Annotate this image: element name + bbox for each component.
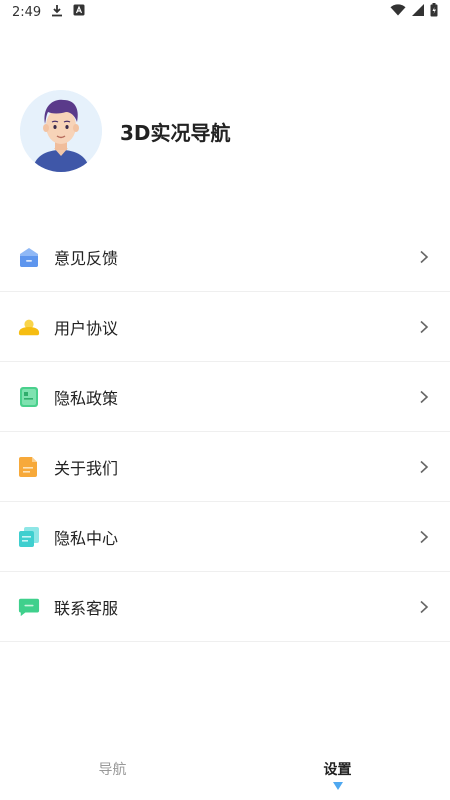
- status-time: 2:49: [12, 4, 42, 20]
- avatar: [20, 90, 102, 172]
- tab-label: 设置: [323, 762, 352, 778]
- profile-section: 3D实况导航: [20, 90, 231, 172]
- chevron-right-icon: [418, 530, 430, 544]
- menu-item-label: 隐私政策: [54, 388, 119, 408]
- chevron-right-icon: [418, 460, 430, 474]
- menu-item-label: 隐私中心: [54, 528, 119, 548]
- menu-item-label: 用户协议: [54, 318, 119, 338]
- customer-service-icon: [18, 596, 40, 618]
- menu-item-feedback[interactable]: 意见反馈: [0, 222, 450, 292]
- privacy-policy-icon: [18, 386, 40, 408]
- chevron-right-icon: [418, 320, 430, 334]
- menu-item-label: 关于我们: [54, 458, 119, 478]
- menu-item-label: 意见反馈: [54, 248, 119, 268]
- chevron-right-icon: [418, 250, 430, 264]
- active-tab-indicator-icon: [332, 778, 343, 790]
- settings-menu: 意见反馈 用户协议 隐私政策 关于我们 隐私中心 联系客服: [0, 222, 450, 642]
- menu-item-privacy-center[interactable]: 隐私中心: [0, 502, 450, 572]
- chevron-right-icon: [418, 390, 430, 404]
- a-notification-icon: [73, 4, 85, 20]
- menu-item-user-agreement[interactable]: 用户协议: [0, 292, 450, 362]
- feedback-icon: [18, 246, 40, 268]
- menu-item-customer-service[interactable]: 联系客服: [0, 572, 450, 642]
- battery-icon: [430, 3, 438, 21]
- menu-item-about-us[interactable]: 关于我们: [0, 432, 450, 502]
- chevron-right-icon: [418, 600, 430, 614]
- menu-item-privacy-policy[interactable]: 隐私政策: [0, 362, 450, 432]
- tab-navigation[interactable]: 导航: [0, 738, 225, 800]
- agreement-icon: [18, 316, 40, 338]
- signal-icon: [412, 4, 424, 20]
- tab-settings[interactable]: 设置: [225, 738, 450, 800]
- bottom-nav: 导航 设置: [0, 738, 450, 800]
- status-bar: 2:49: [0, 0, 450, 24]
- wifi-icon: [390, 4, 406, 20]
- download-icon: [51, 4, 63, 21]
- about-icon: [18, 456, 40, 478]
- tab-label: 导航: [98, 762, 127, 778]
- privacy-center-icon: [18, 526, 40, 548]
- menu-item-label: 联系客服: [54, 598, 119, 618]
- app-name: 3D实况导航: [120, 120, 231, 145]
